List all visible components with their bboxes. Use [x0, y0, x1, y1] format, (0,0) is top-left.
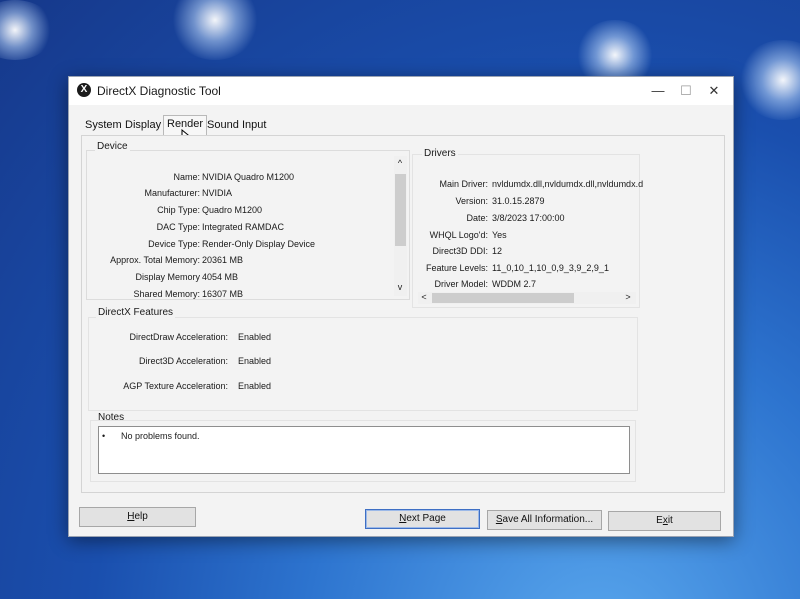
- feature-value: Enabled: [238, 356, 272, 366]
- device-value: NVIDIA: [202, 188, 233, 198]
- minimize-button[interactable]: —: [643, 81, 673, 101]
- exit-button[interactable]: Exit: [608, 511, 721, 531]
- device-value: 16307 MB: [202, 289, 244, 299]
- desktop-light: [0, 0, 55, 60]
- feature-value: Enabled: [238, 381, 272, 391]
- device-label: Chip Type:: [157, 205, 200, 215]
- device-value: Quadro M1200: [202, 205, 263, 215]
- scroll-down-icon[interactable]: v: [394, 282, 406, 292]
- exit-label-pre: E: [656, 515, 663, 526]
- driver-label: Main Driver:: [439, 179, 488, 189]
- tab-system[interactable]: System: [82, 117, 125, 133]
- tab-display[interactable]: Display: [122, 117, 164, 133]
- driver-label: Date:: [466, 213, 488, 223]
- driver-label: Version:: [455, 196, 488, 206]
- device-scrollbar[interactable]: ^ v: [394, 156, 407, 296]
- close-button[interactable]: ✕: [699, 81, 729, 101]
- tab-input[interactable]: Input: [239, 117, 269, 133]
- driver-value: nvldumdx.dll,nvldumdx.dll,nvldumdx.d: [492, 179, 644, 189]
- driver-label: Direct3D DDI:: [432, 246, 488, 256]
- maximize-button[interactable]: ☐: [671, 81, 701, 101]
- help-button[interactable]: Help: [79, 507, 196, 527]
- feature-label: AGP Texture Acceleration:: [123, 381, 228, 391]
- title-bar[interactable]: X DirectX Diagnostic Tool — ☐ ✕: [69, 77, 733, 105]
- save-all-button[interactable]: Save All Information...: [487, 510, 602, 530]
- desktop-light: [738, 40, 800, 120]
- driver-value: 3/8/2023 17:00:00: [492, 213, 565, 223]
- feature-label: Direct3D Acceleration:: [138, 356, 228, 366]
- hscroll-thumb[interactable]: [432, 293, 574, 303]
- scroll-up-icon[interactable]: ^: [394, 158, 406, 168]
- device-value: Integrated RAMDAC: [202, 222, 285, 232]
- desktop-light: [170, 0, 260, 60]
- driver-label: WHQL Logo'd:: [429, 230, 488, 240]
- scroll-thumb[interactable]: [395, 174, 406, 246]
- drivers-group-label: Drivers: [422, 148, 458, 159]
- device-value: NVIDIA Quadro M1200: [202, 172, 295, 182]
- notes-textbox[interactable]: • No problems found.: [98, 426, 630, 474]
- device-label: Device Type:: [148, 239, 200, 249]
- driver-value: 11_0,10_1,10_0,9_3,9_2,9_1: [492, 263, 609, 273]
- driver-value: 31.0.15.2879: [492, 196, 545, 206]
- driver-value: WDDM 2.7: [492, 279, 537, 289]
- next-label-rest: ext Page: [406, 513, 446, 524]
- render-tab-panel: Device Name: NVIDIA Quadro M1200 Manufac…: [81, 135, 725, 493]
- device-value: 20361 MB: [202, 255, 244, 265]
- device-group-label: Device: [95, 141, 130, 152]
- driver-value: Yes: [492, 230, 507, 240]
- driver-label: Driver Model:: [434, 279, 488, 289]
- save-access-key: S: [495, 514, 503, 525]
- device-label: Manufacturer:: [144, 188, 200, 198]
- scroll-left-icon[interactable]: <: [418, 292, 430, 302]
- device-label: DAC Type:: [156, 222, 200, 232]
- device-label: Approx. Total Memory:: [110, 255, 200, 265]
- scroll-right-icon[interactable]: >: [622, 292, 634, 302]
- exit-label-rest: it: [667, 515, 673, 526]
- driver-value: 12: [492, 246, 503, 256]
- tab-sound[interactable]: Sound: [204, 117, 242, 133]
- feature-label: DirectDraw Acceleration:: [129, 332, 228, 342]
- dxdiag-window: X DirectX Diagnostic Tool — ☐ ✕ System D…: [68, 76, 734, 537]
- device-label: Display Memory: [135, 272, 200, 282]
- drivers-hscrollbar[interactable]: < >: [418, 292, 636, 304]
- notes-text: No problems found.: [121, 431, 200, 441]
- help-label-rest: elp: [134, 511, 148, 522]
- device-value: 4054 MB: [202, 272, 239, 282]
- save-label-rest: ave All Information...: [502, 514, 594, 525]
- next-page-button[interactable]: Next Page: [365, 509, 480, 529]
- notes-bullet: •: [102, 431, 106, 441]
- window-title: DirectX Diagnostic Tool: [97, 84, 221, 98]
- features-group-label: DirectX Features: [96, 307, 176, 318]
- directx-icon: X: [77, 83, 91, 97]
- device-label: Shared Memory:: [133, 289, 200, 299]
- device-value: Render-Only Display Device: [202, 239, 316, 249]
- driver-label: Feature Levels:: [425, 263, 488, 273]
- device-label: Name:: [173, 172, 200, 182]
- feature-value: Enabled: [238, 332, 272, 342]
